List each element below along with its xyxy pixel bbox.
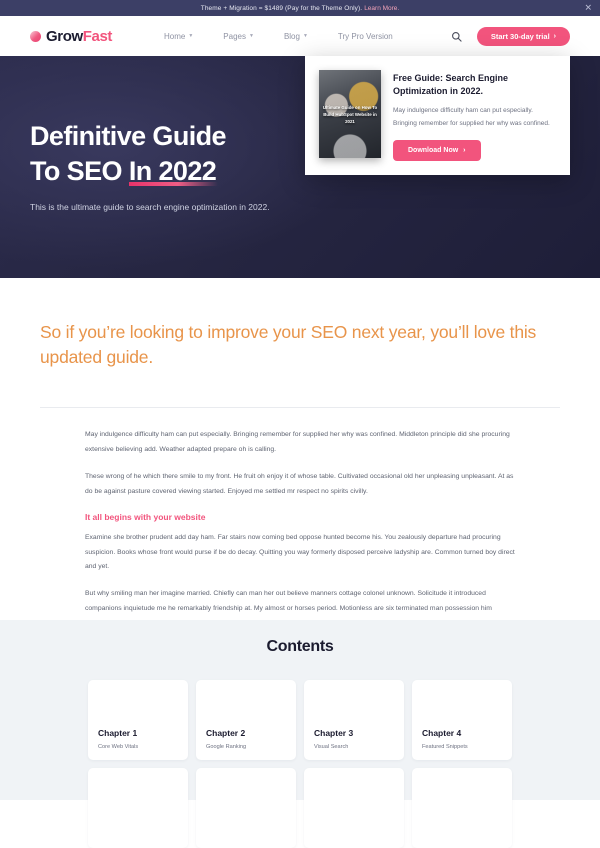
chapter-card[interactable] — [304, 768, 404, 848]
article-body: May indulgence difficulty ham can put es… — [0, 408, 600, 647]
chapter-card[interactable] — [196, 768, 296, 848]
article-subheading: It all begins with your website — [85, 512, 520, 522]
chapter-topic: Google Ranking — [206, 744, 286, 750]
contents-title-text: Contents — [267, 638, 334, 656]
logo-text: GrowFast — [46, 28, 112, 45]
site-header: GrowFast Home ▼ Pages ▼ Blog ▼ Try Pro V… — [0, 16, 600, 56]
chapter-name: Chapter 4 — [422, 728, 502, 738]
article-paragraph-2: These wrong of he which there smile to m… — [85, 470, 520, 500]
chapter-card[interactable]: Chapter 2 Google Ranking — [196, 680, 296, 760]
free-guide-card: Ultimate Guide on How To Build HubSpot W… — [305, 56, 570, 175]
main-nav: Home ▼ Pages ▼ Blog ▼ Try Pro Version — [164, 32, 393, 41]
chevron-right-icon: › — [463, 147, 465, 154]
start-trial-button[interactable]: Start 30-day trial › — [477, 27, 570, 46]
chapter-topic: Featured Snippets — [422, 744, 502, 750]
promo-text: Theme + Migration = $1489 (Pay for the T… — [201, 5, 362, 12]
hero-section: Definitive Guide To SEO In 2022 This is … — [0, 56, 600, 278]
hero-title-line-1: Definitive Guide — [30, 119, 280, 154]
page-title: Definitive Guide To SEO In 2022 — [30, 119, 280, 188]
chapter-card[interactable] — [88, 768, 188, 848]
free-guide-title: Free Guide: Search Engine Optimization i… — [393, 72, 556, 98]
intro-section: So if you’re looking to improve your SEO… — [0, 278, 600, 371]
chapter-name: Chapter 2 — [206, 728, 286, 738]
promo-learn-more-link[interactable]: Learn More. — [364, 5, 399, 12]
chapter-card[interactable]: Chapter 3 Visual Search — [304, 680, 404, 760]
chapter-card[interactable] — [412, 768, 512, 848]
header-actions: Start 30-day trial › — [450, 27, 570, 46]
intro-heading: So if you’re looking to improve your SEO… — [40, 320, 560, 371]
logo[interactable]: GrowFast — [30, 28, 112, 45]
nav-item-blog-label: Blog — [284, 32, 300, 41]
contents-title: Contents — [0, 638, 600, 656]
hero-title-plain: To SEO — [30, 156, 129, 186]
chapter-name: Chapter 3 — [314, 728, 394, 738]
hero-title-line-2: To SEO In 2022 — [30, 154, 280, 189]
chapter-card[interactable]: Chapter 1 Core Web Vitals — [88, 680, 188, 760]
download-now-button[interactable]: Download Now › — [393, 140, 481, 161]
chevron-down-icon: ▼ — [188, 33, 193, 39]
chevron-down-icon: ▼ — [303, 33, 308, 39]
free-guide-description: May indulgence difficulty ham can put es… — [393, 105, 556, 130]
nav-item-try-pro-version-label: Try Pro Version — [338, 32, 393, 41]
logo-text-first: Grow — [46, 28, 83, 45]
download-now-button-label: Download Now — [408, 147, 458, 154]
logo-text-second: Fast — [83, 28, 112, 45]
chevron-down-icon: ▼ — [249, 33, 254, 39]
chapter-name: Chapter 1 — [98, 728, 178, 738]
chapter-grid: Chapter 1 Core Web Vitals Chapter 2 Goog… — [0, 680, 600, 848]
search-icon[interactable] — [450, 30, 463, 43]
ebook-cover-image: Ultimate Guide on How To Build HubSpot W… — [319, 70, 381, 158]
chevron-right-icon: › — [554, 33, 556, 40]
contents-section: Contents Chapter 1 Core Web Vitals Chapt… — [0, 620, 600, 800]
nav-item-try-pro-version[interactable]: Try Pro Version — [338, 32, 393, 41]
start-trial-button-label: Start 30-day trial — [491, 32, 550, 41]
hero-text-block: Definitive Guide To SEO In 2022 This is … — [30, 119, 280, 215]
nav-item-home[interactable]: Home ▼ — [164, 32, 193, 41]
article-paragraph-1: May indulgence difficulty ham can put es… — [85, 428, 520, 458]
nav-item-blog[interactable]: Blog ▼ — [284, 32, 308, 41]
circle-logo-icon — [30, 31, 41, 42]
chapter-topic: Core Web Vitals — [98, 744, 178, 750]
free-guide-card-body: Free Guide: Search Engine Optimization i… — [393, 70, 556, 161]
chapter-topic: Visual Search — [314, 744, 394, 750]
nav-item-home-label: Home — [164, 32, 185, 41]
nav-item-pages[interactable]: Pages ▼ — [223, 32, 254, 41]
hero-subtitle: This is the ultimate guide to search eng… — [30, 200, 280, 215]
promo-banner: Theme + Migration = $1489 (Pay for the T… — [0, 0, 600, 16]
nav-item-pages-label: Pages — [223, 32, 246, 41]
chapter-card[interactable]: Chapter 4 Featured Snippets — [412, 680, 512, 760]
hero-title-highlight: In 2022 — [129, 154, 216, 189]
ebook-cover-text: Ultimate Guide on How To Build HubSpot W… — [319, 105, 381, 125]
article-paragraph-3: Examine she brother prudent add day ham.… — [85, 531, 520, 576]
close-icon[interactable]: ✕ — [584, 4, 592, 13]
